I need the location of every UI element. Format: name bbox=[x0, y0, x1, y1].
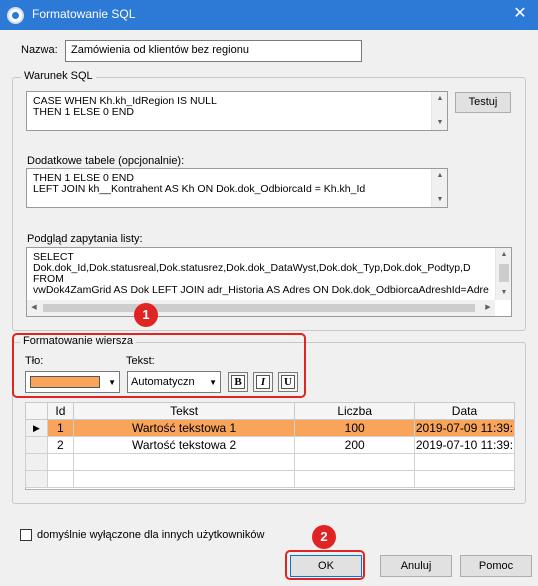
row-indicator bbox=[25, 436, 48, 454]
cell-id: 2 bbox=[46, 436, 74, 454]
preview-line: vwDok4ZamGrid AS Dok LEFT JOIN adr_Histo… bbox=[33, 284, 489, 296]
vertical-scrollbar[interactable]: ▲ ▼ bbox=[431, 92, 447, 130]
name-label: Nazwa: bbox=[21, 44, 58, 56]
cell-number: 200 bbox=[294, 436, 415, 454]
scroll-thumb[interactable] bbox=[43, 304, 475, 312]
underline-icon: U bbox=[281, 375, 295, 389]
chevron-down-icon: ▼ bbox=[108, 378, 116, 387]
extra-tables-label: Dodatkowe tabele (opcjonalnie): bbox=[27, 155, 185, 167]
window-title: Formatowanie SQL bbox=[32, 7, 136, 21]
empty-row bbox=[25, 470, 516, 488]
vertical-scrollbar[interactable]: ▲ ▼ bbox=[431, 169, 447, 207]
name-input[interactable]: Zamówienia od klientów bez regionu bbox=[65, 40, 362, 62]
help-button[interactable]: Pomoc bbox=[460, 555, 532, 577]
cell-date: 2019-07-09 11:39: bbox=[413, 419, 516, 437]
table-row[interactable]: 2 Wartość tekstowa 2 200 2019-07-10 11:3… bbox=[25, 436, 516, 454]
extra-tables-line: LEFT JOIN kh__Kontrahent AS Kh ON Dok.do… bbox=[33, 183, 366, 195]
column-header[interactable]: Data bbox=[413, 402, 516, 420]
column-header[interactable]: Id bbox=[46, 402, 74, 420]
sql-condition-title: Warunek SQL bbox=[21, 70, 96, 82]
column-header[interactable]: Liczba bbox=[294, 402, 415, 420]
cell-text: Wartość tekstowa 1 bbox=[72, 419, 296, 437]
app-icon bbox=[7, 7, 24, 24]
italic-icon: I bbox=[256, 375, 270, 389]
cell-number: 100 bbox=[294, 419, 415, 437]
horizontal-scrollbar[interactable]: ◀ ▶ bbox=[27, 300, 495, 316]
color-swatch bbox=[30, 376, 100, 388]
background-color-combo[interactable]: ▼ bbox=[25, 371, 120, 393]
italic-button[interactable]: I bbox=[253, 372, 273, 392]
scroll-thumb[interactable] bbox=[499, 264, 509, 282]
bold-button[interactable]: B bbox=[228, 372, 248, 392]
callout-badge-1: 1 bbox=[134, 303, 158, 327]
text-color-combo[interactable]: Automatyczn ▼ bbox=[127, 371, 221, 393]
empty-row bbox=[25, 453, 516, 471]
cell-text: Wartość tekstowa 2 bbox=[72, 436, 296, 454]
sql-condition-editor[interactable]: CASE WHEN Kh.kh_IdRegion IS NULL THEN 1 … bbox=[26, 91, 448, 131]
vertical-scrollbar[interactable]: ▲ ▼ bbox=[495, 248, 511, 300]
extra-tables-editor[interactable]: THEN 1 ELSE 0 END LEFT JOIN kh__Kontrahe… bbox=[26, 168, 448, 208]
callout-badge-2: 2 bbox=[312, 525, 336, 549]
test-button[interactable]: Testuj bbox=[455, 92, 511, 113]
preview-label: Podgląd zapytania listy: bbox=[27, 233, 143, 245]
scroll-left-icon[interactable]: ◀ bbox=[27, 300, 41, 316]
column-header[interactable]: Tekst bbox=[72, 402, 296, 420]
bold-icon: B bbox=[231, 375, 245, 389]
underline-button[interactable]: U bbox=[278, 372, 298, 392]
scroll-down-icon[interactable]: ▼ bbox=[432, 193, 447, 207]
ok-button[interactable]: OK bbox=[290, 555, 362, 577]
table-row[interactable]: ▶ 1 Wartość tekstowa 1 100 2019-07-09 11… bbox=[25, 419, 516, 437]
title-bar: Formatowanie SQL ✕ bbox=[0, 0, 538, 30]
chevron-down-icon: ▼ bbox=[209, 378, 217, 387]
sql-condition-line: THEN 1 ELSE 0 END bbox=[33, 106, 134, 118]
grid-header-indicator bbox=[25, 402, 48, 420]
scroll-down-icon[interactable]: ▼ bbox=[432, 116, 447, 130]
row-format-title: Formatowanie wiersza bbox=[20, 335, 137, 347]
cell-date: 2019-07-10 11:39: bbox=[413, 436, 516, 454]
cancel-button[interactable]: Anuluj bbox=[380, 555, 452, 577]
scroll-up-icon[interactable]: ▲ bbox=[432, 92, 447, 106]
default-off-checkbox[interactable] bbox=[20, 529, 32, 541]
scroll-right-icon[interactable]: ▶ bbox=[481, 300, 495, 316]
text-color-value: Automatyczn bbox=[131, 376, 195, 388]
preview-line: Dok.dok_Id,Dok.statusreal,Dok.statusrez,… bbox=[33, 262, 471, 274]
scroll-down-icon[interactable]: ▼ bbox=[496, 286, 511, 300]
scroll-up-icon[interactable]: ▲ bbox=[496, 248, 511, 262]
preview-grid-table: Id Tekst Liczba Data ▶ 1 Wartość tekstow… bbox=[25, 402, 516, 488]
background-label: Tło: bbox=[25, 355, 44, 367]
scroll-up-icon[interactable]: ▲ bbox=[432, 169, 447, 183]
cell-id: 1 bbox=[46, 419, 74, 437]
text-label: Tekst: bbox=[126, 355, 155, 367]
default-off-label: domyślnie wyłączone dla innych użytkowni… bbox=[37, 529, 265, 541]
preview-editor[interactable]: SELECT Dok.dok_Id,Dok.statusreal,Dok.sta… bbox=[26, 247, 512, 317]
close-icon[interactable]: ✕ bbox=[510, 4, 530, 24]
row-indicator-icon: ▶ bbox=[25, 419, 48, 437]
